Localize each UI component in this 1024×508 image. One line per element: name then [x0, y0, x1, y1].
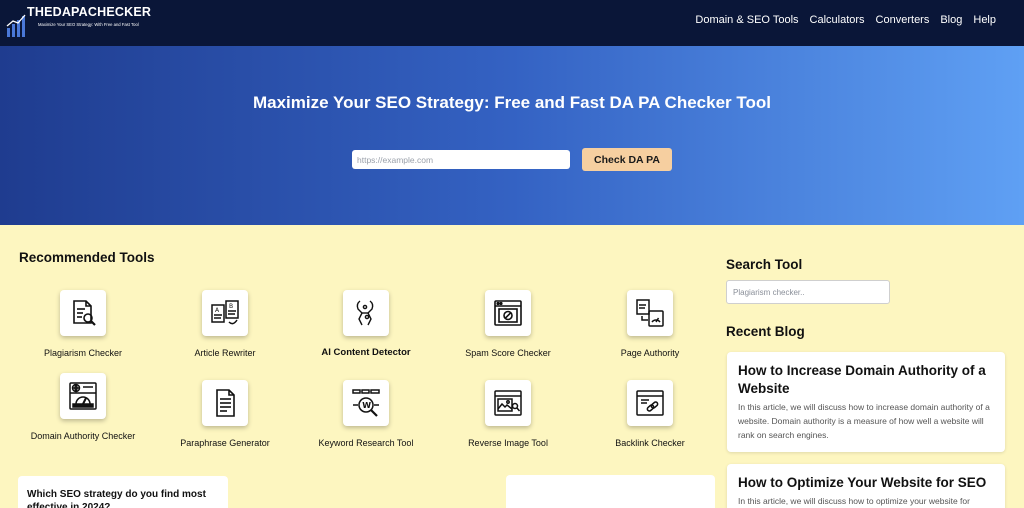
- tool-label: Plagiarism Checker: [43, 348, 123, 358]
- nav-link-converters[interactable]: Converters: [876, 14, 930, 26]
- svg-text:B: B: [229, 303, 233, 310]
- tool-ai-content-detector[interactable]: AI Content Detector: [301, 290, 431, 360]
- plagiarism-icon: [60, 290, 106, 336]
- poll-card: Which SEO strategy do you find most effe…: [18, 476, 228, 508]
- nav-links: Domain & SEO Tools Calculators Converter…: [695, 14, 996, 26]
- logo-tagline: Maximize Your SEO Strategy: With Free an…: [38, 22, 139, 27]
- spam-score-icon: [485, 290, 531, 336]
- nav-link-domain-seo-tools[interactable]: Domain & SEO Tools: [695, 14, 798, 26]
- tool-plagiarism-checker[interactable]: Plagiarism Checker: [18, 290, 148, 360]
- bar-chart-logo-icon: [6, 14, 26, 37]
- recommended-tools-heading: Recommended Tools: [19, 250, 155, 265]
- site-logo[interactable]: THEDAPACHECKER Maximize Your SEO Strateg…: [6, 4, 151, 40]
- blog-title[interactable]: How to Optimize Your Website for SEO: [738, 474, 994, 492]
- svg-text:A: A: [215, 307, 220, 314]
- tool-domain-authority-checker[interactable]: Domain Authority Checker: [18, 373, 148, 443]
- recent-blog-heading: Recent Blog: [726, 324, 805, 339]
- hero-banner: Maximize Your SEO Strategy: Free and Fas…: [0, 46, 1024, 225]
- tool-paraphrase-generator[interactable]: Paraphrase Generator: [160, 380, 290, 450]
- article-rewriter-icon: A B: [202, 290, 248, 336]
- blog-card[interactable]: How to Optimize Your Website for SEO In …: [727, 464, 1005, 508]
- tool-label: Spam Score Checker: [465, 348, 551, 358]
- nav-link-calculators[interactable]: Calculators: [810, 14, 865, 26]
- page-authority-icon: [627, 290, 673, 336]
- tool-label: Paraphrase Generator: [180, 438, 270, 448]
- content-card: [506, 475, 715, 508]
- tool-spam-score-checker[interactable]: Spam Score Checker: [443, 290, 573, 360]
- ai-detector-icon: [343, 290, 389, 336]
- check-da-pa-button[interactable]: Check DA PA: [582, 148, 672, 171]
- backlink-icon: [627, 380, 673, 426]
- blog-title[interactable]: How to Increase Domain Authority of a We…: [738, 362, 994, 398]
- domain-authority-icon: [60, 373, 106, 419]
- tool-keyword-research[interactable]: W Keyword Research Tool: [301, 380, 431, 450]
- keyword-research-icon: W: [343, 380, 389, 426]
- logo-title: THEDAPACHECKER: [27, 5, 152, 19]
- blog-excerpt: In this article, we will discuss how to …: [738, 402, 990, 440]
- search-tool-heading: Search Tool: [726, 257, 803, 272]
- blog-excerpt: In this article, we will discuss how to …: [738, 496, 970, 506]
- poll-question: Which SEO strategy do you find most effe…: [27, 489, 206, 508]
- tool-label: Page Authority: [620, 348, 680, 358]
- nav-link-help[interactable]: Help: [973, 14, 996, 26]
- nav-link-blog[interactable]: Blog: [940, 14, 962, 26]
- tool-label: Backlink Checker: [615, 438, 685, 448]
- svg-text:W: W: [362, 401, 371, 410]
- tool-label: Reverse Image Tool: [468, 438, 548, 448]
- reverse-image-icon: [485, 380, 531, 426]
- tool-search-input[interactable]: [726, 280, 890, 304]
- tool-label: Article Rewriter: [194, 348, 256, 358]
- tool-label: Keyword Research Tool: [318, 438, 414, 448]
- tool-label: Domain Authority Checker: [30, 431, 136, 441]
- paraphrase-icon: [202, 380, 248, 426]
- url-input[interactable]: [352, 150, 570, 169]
- tool-label: AI Content Detector: [321, 347, 411, 358]
- top-navbar: THEDAPACHECKER Maximize Your SEO Strateg…: [0, 0, 1024, 46]
- hero-title: Maximize Your SEO Strategy: Free and Fas…: [252, 93, 771, 112]
- tool-article-rewriter[interactable]: A B Article Rewriter: [160, 290, 290, 360]
- blog-card[interactable]: How to Increase Domain Authority of a We…: [727, 352, 1005, 452]
- tool-reverse-image[interactable]: Reverse Image Tool: [443, 380, 573, 450]
- tool-page-authority[interactable]: Page Authority: [585, 290, 715, 360]
- tool-backlink-checker[interactable]: Backlink Checker: [585, 380, 715, 450]
